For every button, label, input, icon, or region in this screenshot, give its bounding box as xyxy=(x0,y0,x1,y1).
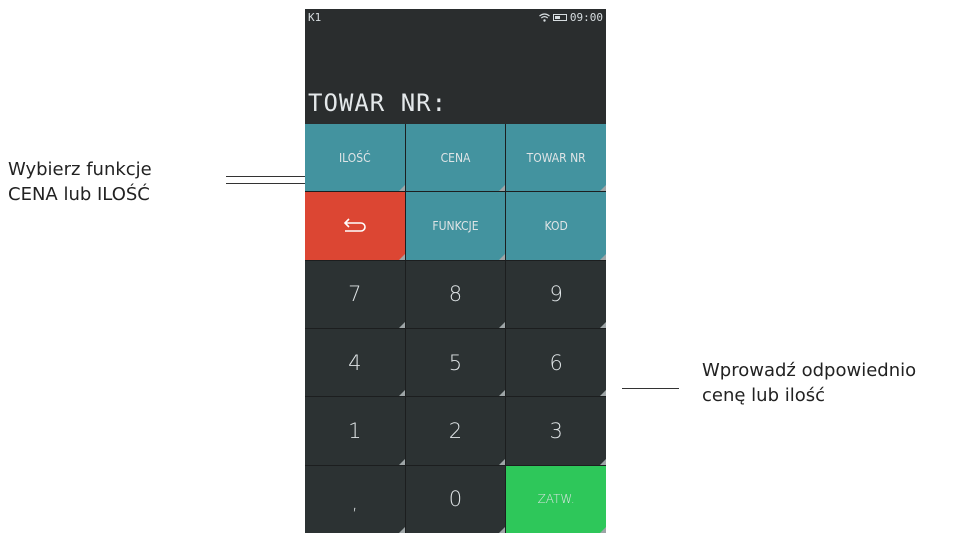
display-prompt: TOWAR NR: xyxy=(308,89,448,117)
callout-select-function: Wybierz funkcje CENA lub ILOŚĆ xyxy=(8,157,152,207)
key-8[interactable]: 8 xyxy=(405,260,506,329)
key-cena[interactable]: CENA xyxy=(405,124,506,192)
wifi-icon xyxy=(539,13,550,22)
key-0[interactable]: 0 xyxy=(405,465,506,533)
key-ilosc[interactable]: ILOŚĆ xyxy=(305,124,405,192)
callout-line: Wybierz funkcje xyxy=(8,159,152,180)
key-5[interactable]: 5 xyxy=(405,329,506,397)
key-3[interactable]: 3 xyxy=(506,397,606,465)
callout-line: CENA lub ILOŚĆ xyxy=(8,184,150,205)
back-button[interactable] xyxy=(305,192,405,260)
key-comma[interactable]: , xyxy=(305,465,405,533)
key-kod[interactable]: KOD xyxy=(506,192,606,260)
callout-line: cenę lub ilość xyxy=(702,385,826,406)
status-bar: K1 09:00 xyxy=(305,9,606,27)
clock: 09:00 xyxy=(569,11,603,24)
cash-register-screen: K1 09:00 TOWAR NR: ILOŚĆ CENA TOWAR NR F… xyxy=(305,9,606,533)
register-id: K1 xyxy=(308,11,322,24)
key-4[interactable]: 4 xyxy=(305,329,405,397)
battery-icon xyxy=(552,14,567,21)
key-funkcje[interactable]: FUNKCJE xyxy=(405,192,506,260)
callout-enter-value: Wprowadź odpowiednio cenę lub ilość xyxy=(702,358,916,408)
key-2[interactable]: 2 xyxy=(405,397,506,465)
leader-line-keypad xyxy=(622,388,679,389)
key-9[interactable]: 9 xyxy=(506,260,606,329)
confirm-button[interactable]: ZATW. xyxy=(506,465,606,533)
key-7[interactable]: 7 xyxy=(305,260,405,329)
keypad: ILOŚĆ CENA TOWAR NR FUNKCJE KOD 7 8 9 4 … xyxy=(305,124,606,533)
callout-line: Wprowadź odpowiednio xyxy=(702,360,917,381)
back-arrow-icon xyxy=(343,218,366,232)
key-6[interactable]: 6 xyxy=(506,329,606,397)
key-1[interactable]: 1 xyxy=(305,397,405,465)
key-towar-nr[interactable]: TOWAR NR xyxy=(506,124,606,192)
